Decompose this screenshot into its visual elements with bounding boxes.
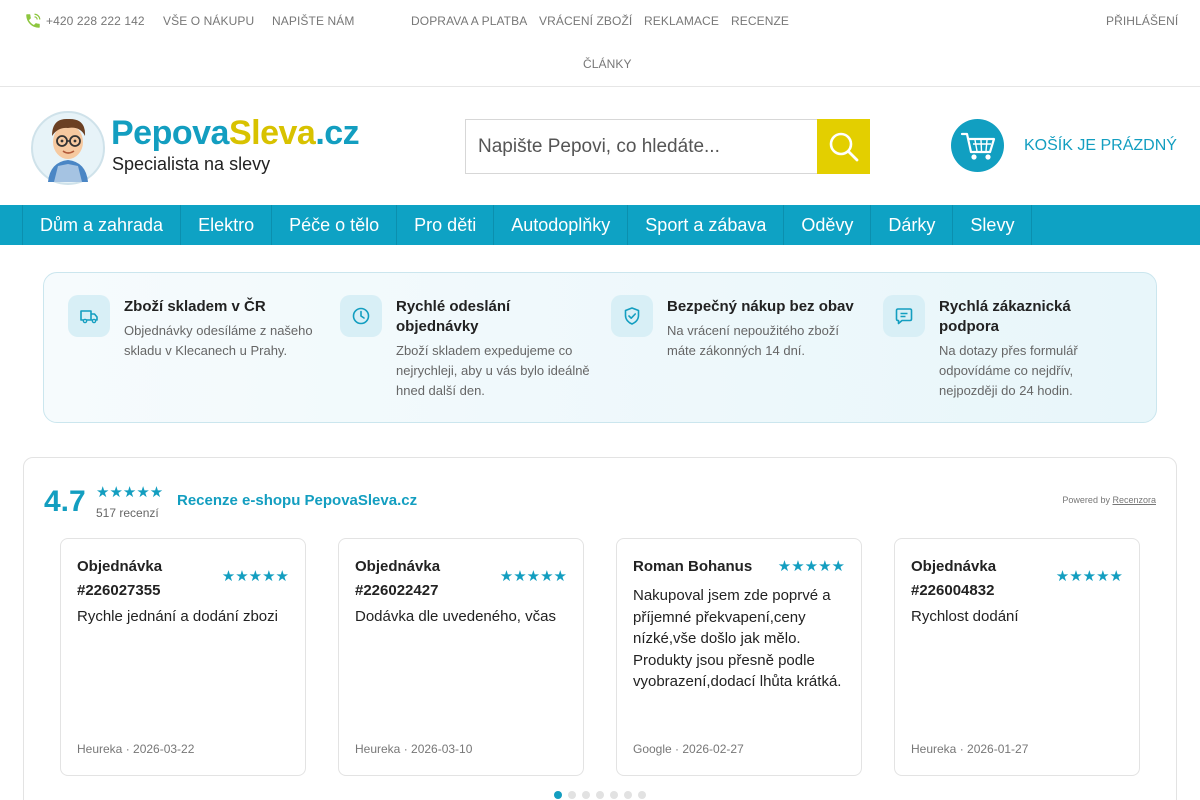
review-source-date: Heureka · 2026-01-27 xyxy=(911,742,1029,756)
nav-item-pro-deti[interactable]: Pro děti xyxy=(397,205,495,245)
link-recenze[interactable]: Recenze xyxy=(731,14,789,28)
nav-item-sport-a-zabava[interactable]: Sport a zábava xyxy=(628,205,785,245)
review-text: Rychlost dodání xyxy=(911,608,1019,625)
top-bar: +420 228 222 142 Vše o nákupu Napište ná… xyxy=(0,0,1200,87)
link-reklamace[interactable]: Reklamace xyxy=(644,14,719,28)
carousel-dot-2[interactable] xyxy=(568,791,576,799)
clock-icon xyxy=(340,295,382,337)
logo-wordmark: PepovaSleva.cz xyxy=(111,114,360,153)
review-card: Objednávka #226004832 ★★★★★ Rychlost dod… xyxy=(894,538,1140,776)
link-clanky[interactable]: Články xyxy=(583,57,632,71)
benefit-text: Na vrácení nepoužitého zboží máte zákonn… xyxy=(667,323,839,358)
link-vraceni-zbozi[interactable]: Vrácení zboží xyxy=(539,14,632,28)
benefit-title: Rychlá zákaznická podpora xyxy=(939,298,1071,335)
review-author: Objednávka #226022427 xyxy=(355,558,441,599)
reviews-title-link[interactable]: Recenze e-shopu PepovaSleva.cz xyxy=(177,492,417,509)
review-card: Objednávka #226027355 ★★★★★ Rychle jedná… xyxy=(60,538,306,776)
cart-status-label[interactable]: KOŠÍK JE PRÁZDNÝ xyxy=(1024,137,1177,155)
search-button[interactable] xyxy=(817,119,870,174)
carousel-dot-6[interactable] xyxy=(624,791,632,799)
shopping-cart-icon xyxy=(960,132,995,160)
phone-number[interactable]: +420 228 222 142 xyxy=(46,14,145,28)
nav-item-elektro[interactable]: Elektro xyxy=(181,205,273,245)
review-text: Rychle jednání a dodání zbozi xyxy=(77,608,278,625)
link-napiste-nam[interactable]: Napište nám xyxy=(272,14,354,28)
review-source-date: Heureka · 2026-03-22 xyxy=(77,742,195,756)
nav-item-slevy[interactable]: Slevy xyxy=(953,205,1033,245)
carousel-dot-7[interactable] xyxy=(638,791,646,799)
carousel-dot-3[interactable] xyxy=(582,791,590,799)
review-stars: ★★★★★ xyxy=(221,568,289,585)
mascot-logo-icon xyxy=(31,111,105,185)
link-vse-o-nakupu[interactable]: Vše o nákupu xyxy=(163,14,254,28)
review-text: Nakupoval jsem zde poprvé a příjemné pře… xyxy=(633,587,842,690)
reviews-widget: 4.7 ★★★★★ 517 recenzí Recenze e-shopu Pe… xyxy=(23,457,1177,800)
overall-rating-stars: ★★★★★ xyxy=(96,484,164,501)
benefit-title: Rychlé odeslání objednávky xyxy=(396,298,511,335)
chat-icon xyxy=(883,295,925,337)
review-author: Roman Bohanus xyxy=(633,558,753,575)
review-stars: ★★★★★ xyxy=(1055,568,1123,585)
cart-button[interactable] xyxy=(951,119,1004,172)
site-logo[interactable]: PepovaSleva.cz Specialista na slevy xyxy=(28,106,388,188)
powered-by: Powered by Recenzora xyxy=(1062,495,1156,505)
review-source-date: Heureka · 2026-03-10 xyxy=(355,742,473,756)
review-card: Objednávka #226022427 ★★★★★ Dodávka dle … xyxy=(338,538,584,776)
review-card: Roman Bohanus ★★★★★ Nakupoval jsem zde p… xyxy=(616,538,862,776)
overall-rating: 4.7 xyxy=(44,485,86,518)
powered-by-label: Powered by xyxy=(1062,495,1110,505)
review-count: 517 recenzí xyxy=(96,506,159,520)
review-source-date: Google · 2026-02-27 xyxy=(633,742,744,756)
shield-check-icon xyxy=(611,295,653,337)
benefits-panel: Zboží skladem v ČR Objednávky odesíláme … xyxy=(43,272,1157,423)
carousel-dot-4[interactable] xyxy=(596,791,604,799)
review-stars: ★★★★★ xyxy=(777,558,845,575)
nav-item-darky[interactable]: Dárky xyxy=(871,205,954,245)
search-icon xyxy=(829,132,858,161)
category-menu: Dům a zahrada Elektro Péče o tělo Pro dě… xyxy=(22,205,1033,245)
nav-item-pece-o-telo[interactable]: Péče o tělo xyxy=(272,205,398,245)
logo-word-pepova: Pepova xyxy=(111,114,229,152)
truck-icon xyxy=(68,295,110,337)
search-bar xyxy=(465,119,870,174)
search-input[interactable] xyxy=(465,119,817,174)
login-link[interactable]: Přihlášení xyxy=(1106,14,1178,28)
review-author: Objednávka #226004832 xyxy=(911,558,997,599)
nav-item-odevy[interactable]: Oděvy xyxy=(784,205,872,245)
benefit-title: Bezpečný nákup bez obav xyxy=(667,298,854,315)
phone-icon xyxy=(26,13,41,28)
carousel-dot-1[interactable] xyxy=(554,791,562,799)
benefit-text: Objednávky odesíláme z našeho skladu v K… xyxy=(124,323,313,358)
review-author: Objednávka #226027355 xyxy=(77,558,163,599)
benefit-title: Zboží skladem v ČR xyxy=(124,298,266,315)
review-stars: ★★★★★ xyxy=(499,568,567,585)
logo-word-sleva: Sleva xyxy=(228,114,316,152)
review-text: Dodávka dle uvedeného, včas xyxy=(355,608,556,625)
nav-item-autodoplnky[interactable]: Autodoplňky xyxy=(494,205,629,245)
nav-item-dum-a-zahrada[interactable]: Dům a zahrada xyxy=(23,205,182,245)
benefit-text: Zboží skladem expedujeme co nejrychleji,… xyxy=(396,343,590,398)
recenzora-link[interactable]: Recenzora xyxy=(1112,495,1156,505)
logo-tagline: Specialista na slevy xyxy=(112,154,271,174)
carousel-dot-5[interactable] xyxy=(610,791,618,799)
link-doprava-a-platba[interactable]: Doprava a platba xyxy=(411,14,527,28)
carousel-pagination xyxy=(554,791,646,799)
logo-word-cz: .cz xyxy=(315,114,360,152)
main-navigation: Dům a zahrada Elektro Péče o tělo Pro dě… xyxy=(0,205,1200,245)
benefit-text: Na dotazy přes formulář odpovídáme co ne… xyxy=(939,343,1078,398)
